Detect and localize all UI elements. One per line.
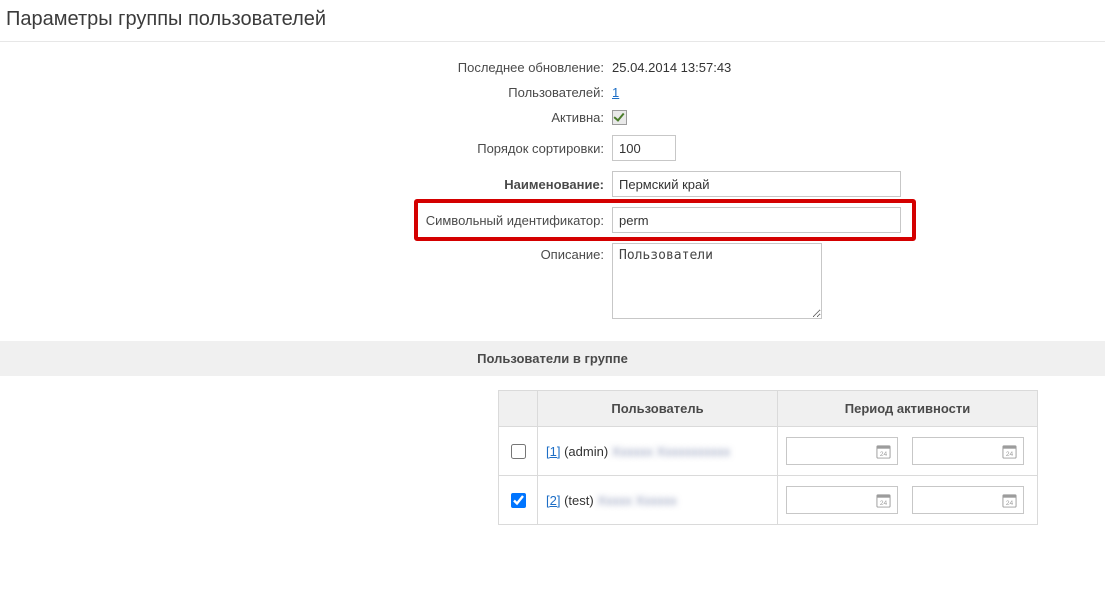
calendar-icon: 24 bbox=[1002, 444, 1017, 459]
calendar-icon: 24 bbox=[876, 444, 891, 459]
active-label: Активна: bbox=[0, 110, 612, 125]
form-area: Последнее обновление: 25.04.2014 13:57:4… bbox=[0, 60, 1105, 319]
sort-label: Порядок сортировки: bbox=[0, 141, 612, 156]
user-name-blurred: Xxxxxx Xxxxxxxxxxx bbox=[612, 444, 730, 459]
user-cell: [2] (test) Xxxxx Xxxxxx bbox=[538, 476, 778, 525]
calendar-icon: 24 bbox=[1002, 493, 1017, 508]
desc-textarea[interactable] bbox=[612, 243, 822, 319]
user-id-link[interactable]: [2] bbox=[546, 493, 560, 508]
svg-text:24: 24 bbox=[1005, 500, 1013, 507]
col-header-period: Период активности bbox=[778, 391, 1038, 427]
user-id-link[interactable]: [1] bbox=[546, 444, 560, 459]
user-cell: [1] (admin) Xxxxxx Xxxxxxxxxxx bbox=[538, 427, 778, 476]
section-users-in-group: Пользователи в группе bbox=[0, 341, 1105, 376]
users-count-label: Пользователей: bbox=[0, 85, 612, 100]
users-table: Пользователь Период активности [1] (admi… bbox=[498, 390, 1038, 525]
last-update-value: 25.04.2014 13:57:43 bbox=[612, 60, 1105, 75]
user-login: (admin) bbox=[564, 444, 608, 459]
name-label: Наименование: bbox=[0, 177, 612, 192]
date-to-field[interactable]: 24 bbox=[912, 486, 1024, 514]
svg-text:24: 24 bbox=[880, 500, 888, 507]
svg-text:24: 24 bbox=[1005, 451, 1013, 458]
page-title: Параметры группы пользователей bbox=[0, 0, 1105, 42]
users-count-link[interactable]: 1 bbox=[612, 85, 619, 100]
svg-text:24: 24 bbox=[880, 451, 888, 458]
row-checkbox[interactable] bbox=[511, 444, 526, 459]
date-to-field[interactable]: 24 bbox=[912, 437, 1024, 465]
table-row: [1] (admin) Xxxxxx Xxxxxxxxxxx 24 24 bbox=[499, 427, 1038, 476]
col-header-check bbox=[499, 391, 538, 427]
col-header-user: Пользователь bbox=[538, 391, 778, 427]
user-login: (test) bbox=[564, 493, 594, 508]
desc-label: Описание: bbox=[0, 243, 612, 262]
user-name-blurred: Xxxxx Xxxxxx bbox=[597, 493, 676, 508]
last-update-label: Последнее обновление: bbox=[0, 60, 612, 75]
date-from-field[interactable]: 24 bbox=[786, 486, 898, 514]
row-checkbox[interactable] bbox=[511, 493, 526, 508]
sort-input[interactable] bbox=[612, 135, 676, 161]
active-checkbox[interactable] bbox=[612, 110, 627, 125]
name-input[interactable] bbox=[612, 171, 901, 197]
symid-input[interactable] bbox=[612, 207, 901, 233]
table-row: [2] (test) Xxxxx Xxxxxx 24 24 bbox=[499, 476, 1038, 525]
date-from-field[interactable]: 24 bbox=[786, 437, 898, 465]
calendar-icon: 24 bbox=[876, 493, 891, 508]
symid-label: Символьный идентификатор: bbox=[0, 213, 612, 228]
